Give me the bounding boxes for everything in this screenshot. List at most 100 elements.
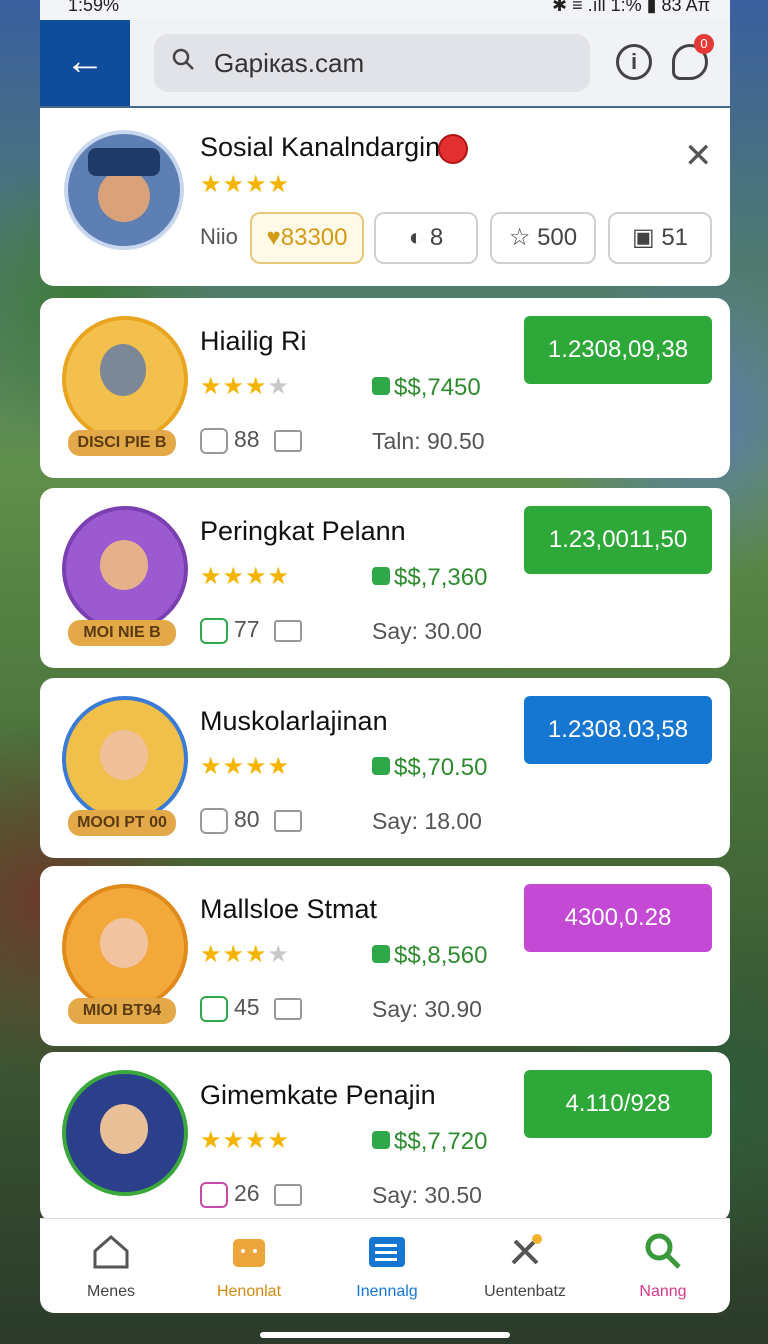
price-value: $$,70.50 xyxy=(394,754,488,781)
notification-badge: 0 xyxy=(694,34,714,54)
sub-value: Say: 30.00 xyxy=(372,618,482,644)
status-left: 1:59% xyxy=(68,0,120,15)
stat-pill-photos[interactable]: ▣ 51 xyxy=(608,212,712,264)
back-arrow-icon: ← xyxy=(65,39,105,83)
avatar-face xyxy=(100,1104,148,1154)
meta-row: 77 xyxy=(200,616,302,644)
count-value: 77 xyxy=(234,616,260,642)
price: $$,70.50 xyxy=(372,754,487,782)
avatar-face xyxy=(100,918,148,968)
home-icon xyxy=(93,1235,129,1269)
nav-label: Inennalg xyxy=(356,1283,418,1300)
sub-value: Say: 30.50 xyxy=(372,1182,482,1208)
price: $$,7450 xyxy=(372,374,481,402)
list-icon xyxy=(369,1237,405,1267)
avatar-face xyxy=(98,170,150,222)
mail-icon xyxy=(273,997,302,1020)
profile-panel: Sosial Kanalndargin ★★★★ ✕ Niio ♥83300 ◐… xyxy=(40,108,730,286)
home-indicator xyxy=(260,1332,510,1338)
character-tag: DISCI PIE B xyxy=(68,430,176,456)
list-item[interactable]: MOI NIE B Peringkat Pelann ★★★★ $$,7,360… xyxy=(40,488,730,668)
character-avatar xyxy=(62,696,188,822)
nav-item-home[interactable]: Menes xyxy=(42,1219,180,1313)
tools-icon xyxy=(511,1234,542,1265)
rating-stars: ★★★★ xyxy=(200,1127,291,1154)
count-value: 88 xyxy=(234,426,260,452)
character-avatar xyxy=(62,1070,188,1196)
hat-shape xyxy=(88,148,160,176)
list-item[interactable]: DISCI PIE B Hiailig Ri ★★★★ $$,7450 88 T… xyxy=(40,298,730,478)
close-icon[interactable]: ✕ xyxy=(684,136,713,176)
count-value: 80 xyxy=(234,806,260,832)
back-button[interactable]: ← xyxy=(40,20,130,106)
count-value: 45 xyxy=(234,994,260,1020)
nav-item-list[interactable]: Inennalg xyxy=(318,1219,456,1313)
stat-pill-speed[interactable]: ◐ 8 xyxy=(374,212,478,264)
avatar-face xyxy=(100,730,148,780)
money-icon xyxy=(372,1131,390,1149)
list-item[interactable]: Gimemkate Penajin ★★★★ $$,7,720 26 Say: … xyxy=(40,1052,730,1222)
price: $$,7,720 xyxy=(372,1128,487,1156)
nav-item-tools[interactable]: Uentenbatz xyxy=(456,1219,594,1313)
stat-pill-stars[interactable]: ☆ 500 xyxy=(490,212,596,264)
nav-label: Henonlat xyxy=(216,1283,282,1300)
action-button[interactable]: 4.110/928 xyxy=(524,1070,712,1138)
profile-avatar[interactable] xyxy=(64,130,184,250)
bottom-navigation: Menes Henonlat Inennalg Uentenbatz Nanng xyxy=(40,1218,730,1313)
mail-icon xyxy=(273,809,302,832)
character-name: Peringkat Pelann xyxy=(200,516,406,546)
magnifier-icon xyxy=(645,1233,681,1269)
profile-name: Sosial Kanalndargin xyxy=(200,132,441,162)
search-text: Gapiкas.cam xyxy=(214,48,365,78)
user-icon xyxy=(200,995,228,1022)
money-icon xyxy=(372,757,390,775)
nav-item-search[interactable]: Nanng xyxy=(594,1219,732,1313)
meta-row: 80 xyxy=(200,806,302,834)
price-value: $$,8,560 xyxy=(394,942,488,969)
nav-label: Uentenbatz xyxy=(484,1283,566,1300)
action-button[interactable]: 1.2308,09,38 xyxy=(524,316,712,384)
action-button[interactable]: 4300,0.28 xyxy=(524,884,712,952)
character-name: Gimemkate Penajin xyxy=(200,1080,436,1110)
nav-item-shop[interactable]: Henonlat xyxy=(180,1219,318,1313)
avatar-face xyxy=(100,344,146,396)
character-tag: MIOI BT94 xyxy=(68,998,176,1024)
character-name: Hiailig Ri xyxy=(200,326,307,356)
sub-value: Taln: 90.50 xyxy=(372,428,485,454)
sub-value: Say: 18.00 xyxy=(372,808,482,834)
character-avatar xyxy=(62,506,188,632)
stat-speed-value: 8 xyxy=(429,224,444,251)
status-bar: 1:59% ✱ ≡ .ıll 1:% ▮ 83 Aπ xyxy=(40,0,730,20)
search-bar[interactable]: Gapiкas.cam xyxy=(154,34,590,92)
price: $$,8,560 xyxy=(372,942,487,970)
price: $$,7,360 xyxy=(372,564,487,592)
status-right: ✱ ≡ .ıll 1:% ▮ 83 Aπ xyxy=(552,0,710,15)
stat-pill-gold[interactable]: ♥83300 xyxy=(250,212,364,264)
avatar-face xyxy=(100,540,148,590)
list-item[interactable]: MIOI BT94 Mallsloe Stmat ★★★★ $$,8,560 4… xyxy=(40,866,730,1046)
character-avatar xyxy=(62,884,188,1010)
price-value: $$,7,720 xyxy=(394,1128,488,1155)
price-value: $$,7450 xyxy=(394,374,481,401)
user-icon xyxy=(200,427,228,454)
user-icon xyxy=(200,617,228,644)
money-icon xyxy=(372,567,390,585)
sub-value: Say: 30.90 xyxy=(372,996,482,1022)
info-icon[interactable]: i xyxy=(616,44,652,80)
stat-gold-value: 83300 xyxy=(280,224,348,251)
user-icon xyxy=(200,1181,228,1208)
stat-stars-value: 500 xyxy=(537,224,578,251)
money-icon xyxy=(372,945,390,963)
rating-stars: ★★★★ xyxy=(200,753,291,780)
profile-label: Niio xyxy=(200,224,238,249)
list-item[interactable]: MOOI PT 00 Muskolarlajinan ★★★★ $$,70.50… xyxy=(40,678,730,858)
character-tag: MOOI PT 00 xyxy=(68,810,176,836)
action-button[interactable]: 1.2308.03,58 xyxy=(524,696,712,764)
top-bar: ← Gapiкas.cam i 0 xyxy=(40,20,730,106)
action-button[interactable]: 1.23,0011,50 xyxy=(524,506,712,574)
meta-row: 26 xyxy=(200,1180,302,1208)
rating-stars: ★★★★ xyxy=(200,941,291,968)
nav-label: Nanng xyxy=(639,1283,687,1300)
meta-row: 45 xyxy=(200,994,302,1022)
nav-label: Menes xyxy=(86,1283,136,1300)
